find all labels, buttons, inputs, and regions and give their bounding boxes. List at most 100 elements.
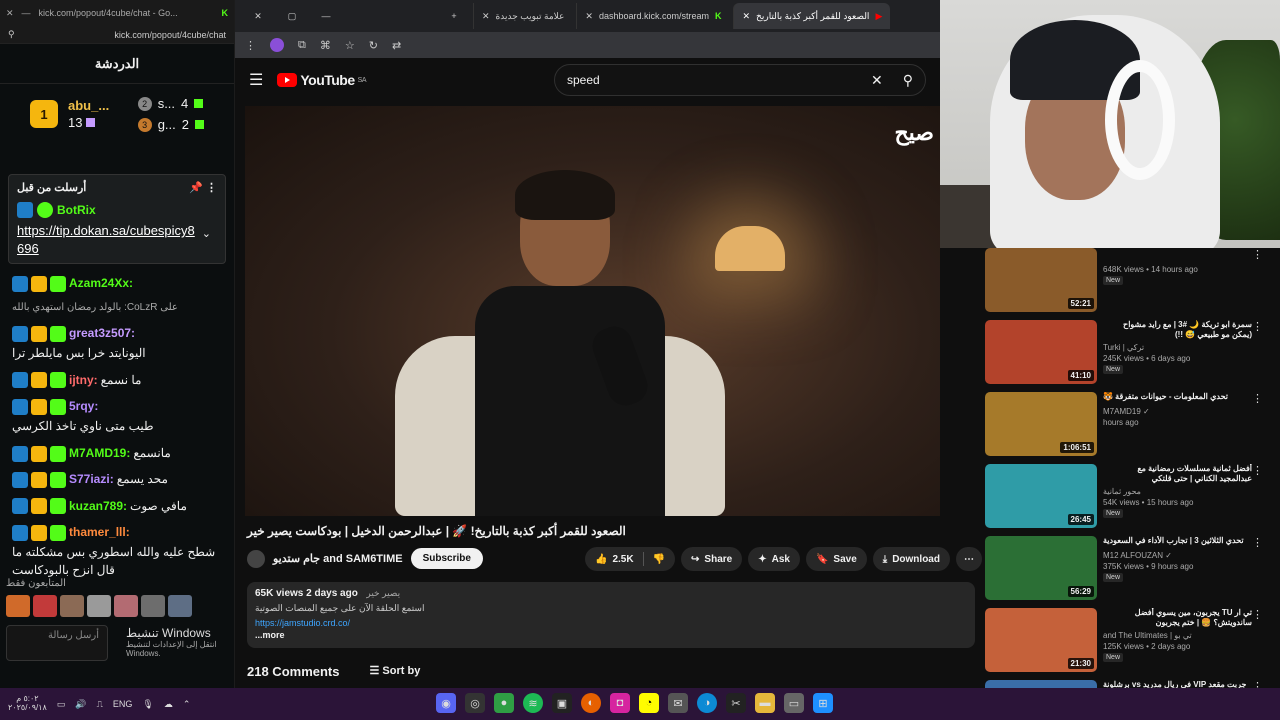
- video-title[interactable]: تي ار TU يجربون، مين يسوي أفضل ساندويتش؟…: [1103, 608, 1252, 629]
- notification-icon[interactable]: ▭: [57, 699, 66, 710]
- leader-name[interactable]: g...: [158, 117, 176, 132]
- video-thumbnail[interactable]: 21:30: [985, 608, 1097, 672]
- puzzle-icon[interactable]: ⌘: [320, 39, 331, 52]
- instagram-icon[interactable]: ◘: [610, 693, 630, 713]
- pinned-user[interactable]: BotRix: [57, 203, 96, 217]
- firefox-icon[interactable]: ◐: [581, 693, 601, 713]
- close-icon[interactable]: ✕: [585, 11, 593, 22]
- youtube-logo[interactable]: YouTube SA: [277, 72, 367, 88]
- emote[interactable]: [33, 595, 57, 617]
- leader-name[interactable]: abu_...: [68, 98, 109, 113]
- channel-name[interactable]: جام ستديو and SAM6TIME: [273, 552, 403, 565]
- window-icon[interactable]: ▭: [784, 693, 804, 713]
- tab-dashboard[interactable]: ✕ dashboard.kick.com/stream K: [576, 3, 729, 29]
- more-options-icon[interactable]: ⋮: [1252, 680, 1263, 688]
- tab-youtube[interactable]: ✕ الصعود للقمر أكبر كذبة بالتاريخ ▶: [733, 3, 891, 29]
- microphone-icon[interactable]: 🎙: [142, 699, 153, 710]
- chat-username[interactable]: Azam24Xx:: [69, 275, 133, 292]
- hashtag[interactable]: يصير خير: [366, 588, 400, 598]
- site-info-icon[interactable]: ⚲: [8, 29, 15, 40]
- tab-new[interactable]: ✕ علامة تبويب جديدة: [473, 3, 572, 29]
- extension-icon[interactable]: ⧉: [298, 39, 306, 52]
- video-title[interactable]: تحدي الثلاثين 3 | تجارب الأداء في السعود…: [1103, 536, 1244, 549]
- chevron-up-icon[interactable]: ⌃: [183, 699, 191, 710]
- snapchat-icon[interactable]: ◔: [639, 693, 659, 713]
- chat-input[interactable]: أرسل رسالة: [6, 625, 108, 661]
- cloud-icon[interactable]: ☁: [164, 699, 173, 710]
- video-thumbnail[interactable]: 26:45: [985, 464, 1097, 528]
- clock[interactable]: ٥:٠٢ م ٢٠٢٥/٠٩/١٨: [8, 694, 47, 713]
- search-box[interactable]: speed ✕ ⚲: [554, 64, 926, 96]
- recommended-video[interactable]: 21:30 تي ار TU يجربون، مين يسوي أفضل ساند…: [985, 608, 1280, 672]
- capcut-icon[interactable]: ✂: [726, 693, 746, 713]
- chat-username[interactable]: 5rqy:: [69, 398, 98, 415]
- save-button[interactable]: 🔖 Save: [805, 547, 867, 571]
- more-options-icon[interactable]: ⋮: [1252, 536, 1263, 549]
- pin-icon[interactable]: 📌: [189, 182, 203, 194]
- more-actions-button[interactable]: ⋯: [955, 547, 982, 571]
- language-indicator[interactable]: ENG: [113, 699, 133, 709]
- mail-icon[interactable]: ✉: [668, 693, 688, 713]
- emote[interactable]: [6, 595, 30, 617]
- chat-username[interactable]: S77iazi:: [69, 471, 114, 488]
- spotify-icon[interactable]: ≋: [523, 693, 543, 713]
- menu-dots-icon[interactable]: ⋮: [245, 39, 256, 52]
- clear-search-icon[interactable]: ✕: [871, 72, 883, 89]
- video-thumbnail[interactable]: 1:06:51: [985, 392, 1097, 456]
- folder-icon[interactable]: ▬: [755, 693, 775, 713]
- sort-by-button[interactable]: ☰ Sort by: [369, 664, 420, 679]
- recommended-video[interactable]: 41:10 سمرة ابو تريكة 🌙 #3 | مع رايد مشواح…: [985, 320, 1280, 384]
- start-icon[interactable]: ⊞: [813, 693, 833, 713]
- close-icon[interactable]: ✕: [6, 8, 14, 19]
- recommended-video[interactable]: 13:44 جربت مقعد VIP في ريال مدريد vs برشل…: [985, 680, 1280, 688]
- chat-urlbar[interactable]: ⚲ kick.com/popout/4cube/chat: [0, 26, 234, 44]
- more-options-icon[interactable]: ⋮: [1252, 392, 1263, 405]
- chat-username[interactable]: great3z507:: [69, 325, 135, 342]
- video-title[interactable]: جربت مقعد VIP في ريال مدريد vs برشلونة: [1103, 680, 1246, 688]
- more-options-icon[interactable]: ⋮: [1252, 608, 1263, 629]
- translate-icon[interactable]: ⇄: [392, 39, 401, 52]
- channel-name[interactable]: M7AMD19 ✓: [1103, 407, 1263, 416]
- search-input[interactable]: speed: [567, 73, 871, 87]
- pinned-link[interactable]: https://tip.dokan.sa/cubespicy8696: [17, 222, 197, 257]
- search-icon[interactable]: ⚲: [903, 72, 913, 89]
- share-button[interactable]: ↪ Share: [681, 547, 743, 571]
- video-thumbnail[interactable]: 41:10: [985, 320, 1097, 384]
- hamburger-menu-icon[interactable]: ☰: [249, 70, 263, 90]
- video-title[interactable]: سمرة ابو تريكة 🌙 #3 | مع رايد مشواح (يمك…: [1103, 320, 1252, 341]
- close-icon[interactable]: ✕: [482, 11, 490, 22]
- emote[interactable]: [168, 595, 192, 617]
- video-thumbnail[interactable]: 56:29: [985, 536, 1097, 600]
- leader-name[interactable]: s...: [158, 96, 175, 111]
- recommended-video[interactable]: 1:06:51 تحدي المعلومات - حيوانات متفرقة 🐯…: [985, 392, 1280, 456]
- chrome-icon[interactable]: ●: [494, 693, 514, 713]
- chat-username[interactable]: M7AMD19:: [69, 445, 130, 462]
- refresh-icon[interactable]: ↻: [369, 39, 378, 52]
- profile-icon[interactable]: [270, 38, 284, 52]
- description-box[interactable]: 65K views 2 days ago يصير خير استمع الحل…: [247, 582, 975, 648]
- recommended-video[interactable]: 56:29 تحدي الثلاثين 3 | تجارب الأداء في ا…: [985, 536, 1280, 600]
- chat-username[interactable]: kuzan789:: [69, 498, 127, 515]
- more-options-icon[interactable]: ⋮: [206, 182, 217, 194]
- channel-name[interactable]: and The Ultimates | تي بو: [1103, 631, 1263, 640]
- chat-username[interactable]: thamer_lll:: [69, 524, 130, 541]
- video-thumbnail[interactable]: 13:44: [985, 680, 1097, 688]
- discord-icon[interactable]: ◉: [436, 693, 456, 713]
- video-player[interactable]: صيح: [245, 106, 940, 516]
- emote[interactable]: [87, 595, 111, 617]
- more-options-icon[interactable]: ⋮: [1252, 464, 1263, 485]
- ask-button[interactable]: ✦ Ask: [748, 547, 800, 571]
- emote[interactable]: [114, 595, 138, 617]
- edge-icon[interactable]: ◑: [697, 693, 717, 713]
- video-thumbnail[interactable]: 52:21: [985, 248, 1097, 312]
- terminal-icon[interactable]: ▣: [552, 693, 572, 713]
- subscribe-button[interactable]: Subscribe: [410, 548, 483, 569]
- star-icon[interactable]: ☆: [345, 39, 355, 52]
- more-options-icon[interactable]: ⋮: [1252, 320, 1263, 341]
- minimize-icon[interactable]: —: [311, 11, 341, 21]
- thumbs-down-icon[interactable]: 👎: [653, 554, 665, 565]
- recommended-video[interactable]: 52:21 ⋮ 648K views • 14 hours ago New: [985, 248, 1280, 312]
- minimize-icon[interactable]: —: [22, 8, 31, 18]
- close-window-icon[interactable]: ✕: [243, 11, 273, 22]
- show-more-button[interactable]: ...more: [255, 630, 967, 640]
